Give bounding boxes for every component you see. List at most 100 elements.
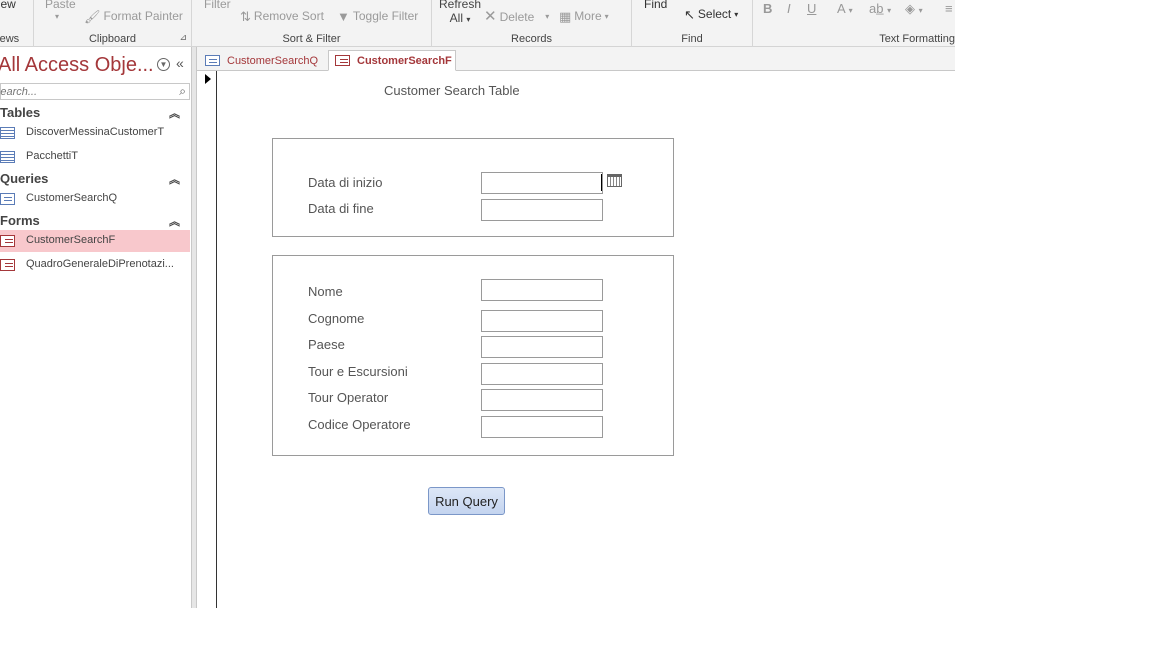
codice-operatore-input[interactable] [481, 416, 603, 438]
tour-escursioni-label: Tour e Escursioni [308, 364, 408, 379]
tour-operator-input[interactable] [481, 389, 603, 411]
nav-search-box: ⌕ [0, 83, 190, 100]
highlight-icon[interactable]: ab̲ ▾ [869, 1, 891, 16]
search-icon[interactable]: ⌕ [179, 84, 186, 99]
cognome-input[interactable] [481, 310, 603, 332]
delete-icon: ✕ [484, 8, 497, 25]
nav-item-label: CustomerSearchF [26, 234, 116, 246]
remove-sort-button[interactable]: ⇅ Remove Sort [240, 9, 324, 23]
nav-category-label: Tables [0, 105, 41, 120]
format-painter-button[interactable]: 🖌 Format Painter [84, 9, 183, 23]
form-icon [0, 235, 15, 247]
nav-item-form[interactable]: QuadroGeneraleDiPrenotazi... [0, 254, 190, 276]
paste-dropdown[interactable]: ▾ [55, 12, 59, 21]
paste-label: Paste [45, 0, 76, 11]
nav-item-label: PacchettiT [26, 150, 78, 162]
nav-category-label: Forms [0, 213, 40, 228]
tour-escursioni-input[interactable] [481, 363, 603, 385]
filter-button[interactable]: Filter [204, 0, 231, 11]
more-icon: ▦ [559, 8, 572, 24]
tour-operator-label: Tour Operator [308, 390, 389, 405]
refresh-label: Refresh [439, 0, 482, 11]
italic-button[interactable]: I [787, 1, 791, 16]
tab-label: CustomerSearchQ [227, 54, 319, 67]
form-view: Customer Search Table Data di inizio Dat… [197, 71, 955, 608]
delete-dropdown-icon[interactable]: ▾ [545, 12, 549, 21]
view-button[interactable]: View [0, 0, 16, 11]
nav-item-table[interactable]: PacchettiT [0, 146, 190, 168]
form-icon [335, 55, 350, 66]
remove-sort-icon: ⇅ [240, 8, 251, 24]
tab-customersearchf[interactable]: CustomerSearchF [328, 50, 456, 71]
remove-sort-label: Remove Sort [253, 9, 324, 23]
select-label: Select [697, 7, 732, 21]
form-title: Customer Search Table [384, 83, 520, 98]
ribbon: View Views Paste ▾ 🖌 Format Painter Clip… [0, 0, 955, 47]
more-button[interactable]: ▦ More ▾ [559, 9, 609, 23]
cursor-icon: ↖ [684, 6, 695, 22]
nav-search-input[interactable] [0, 84, 161, 100]
format-painter-icon: 🖌 [84, 8, 101, 24]
query-icon [205, 55, 220, 66]
select-dropdown-icon: ▾ [734, 9, 739, 19]
nav-category-queries[interactable]: Queries ︽ [0, 171, 190, 189]
navigation-pane: All Access Obje... ▼ « ⌕ Tables ︽ Discov… [0, 47, 192, 608]
nav-pane-title[interactable]: All Access Obje... [0, 54, 154, 77]
nav-category-forms[interactable]: Forms ︽ [0, 213, 190, 231]
calendar-icon[interactable] [607, 174, 622, 187]
record-selector[interactable] [197, 71, 217, 608]
align-icon[interactable]: ≡ [945, 1, 953, 16]
nav-item-query[interactable]: CustomerSearchQ [0, 188, 190, 210]
nav-item-label: QuadroGeneraleDiPrenotazi... [26, 258, 174, 270]
underline-button[interactable]: U [807, 1, 816, 16]
format-painter-label: Format Painter [103, 9, 183, 23]
toggle-filter-icon: ▼ [337, 8, 350, 24]
chevron-up-icon[interactable]: ︽ [169, 105, 180, 121]
ribbon-group-clipboard: Paste ▾ 🖌 Format Painter Clipboard ⊿ [34, 0, 192, 47]
ribbon-group-label: Clipboard [88, 33, 137, 45]
ribbon-group-sort-filter: Filter ⇅ Remove Sort ▼ Toggle Filter Sor… [192, 0, 432, 47]
table-icon [0, 151, 15, 163]
delete-button[interactable]: ✕ Delete ▾ [484, 9, 549, 24]
collapse-pane-icon[interactable]: « [176, 55, 184, 71]
select-button[interactable]: ↖ Select ▾ [684, 7, 738, 21]
toggle-filter-button[interactable]: ▼ Toggle Filter [337, 9, 418, 23]
paste-button[interactable]: Paste [45, 0, 76, 11]
ribbon-group-label: Records [511, 33, 552, 45]
paese-label: Paese [308, 337, 345, 352]
ribbon-group-views: View Views [0, 0, 34, 47]
nav-item-form-selected[interactable]: CustomerSearchF [0, 230, 190, 252]
ribbon-group-label: Views [0, 33, 20, 45]
current-record-arrow-icon [205, 74, 211, 84]
tab-customersearchq[interactable]: CustomerSearchQ [199, 50, 327, 71]
fill-color-icon[interactable]: ◈ ▾ [905, 1, 923, 17]
text-cursor [601, 174, 602, 191]
cognome-label: Cognome [308, 311, 365, 326]
form-icon [0, 259, 15, 271]
chevron-down-icon[interactable]: ▼ [157, 58, 170, 71]
dialog-launcher-icon[interactable]: ⊿ [179, 32, 187, 43]
nav-item-label: DiscoverMessinaCustomerT [26, 126, 165, 138]
end-date-input[interactable] [481, 199, 603, 221]
chevron-up-icon[interactable]: ︽ [169, 171, 180, 187]
find-button[interactable]: Find [644, 0, 667, 11]
refresh-sub-label: All ▾ [449, 11, 471, 25]
font-color-button[interactable]: A ▾ [837, 1, 853, 16]
ribbon-group-find: Find ↖ Select ▾ Find [632, 0, 753, 47]
start-date-input[interactable] [481, 172, 603, 194]
ribbon-group-text-formatting: B I U A ▾ ab̲ ▾ ◈ ▾ ≡ Text Formatting [753, 0, 955, 47]
paese-input[interactable] [481, 336, 603, 358]
table-icon [0, 127, 15, 139]
run-query-button[interactable]: Run Query [428, 487, 505, 515]
bold-button[interactable]: B [763, 1, 772, 16]
delete-label: Delete [499, 9, 535, 24]
nav-category-label: Queries [0, 171, 49, 186]
refresh-all-button[interactable]: Refresh All ▾ [439, 0, 481, 25]
end-date-label: Data di fine [308, 201, 374, 216]
more-label: More [574, 9, 602, 23]
nome-input[interactable] [481, 279, 603, 301]
nav-item-table[interactable]: DiscoverMessinaCustomerT [0, 122, 190, 144]
nav-category-tables[interactable]: Tables ︽ [0, 105, 190, 123]
chevron-up-icon[interactable]: ︽ [169, 213, 180, 229]
font-color-label: A [837, 1, 845, 16]
